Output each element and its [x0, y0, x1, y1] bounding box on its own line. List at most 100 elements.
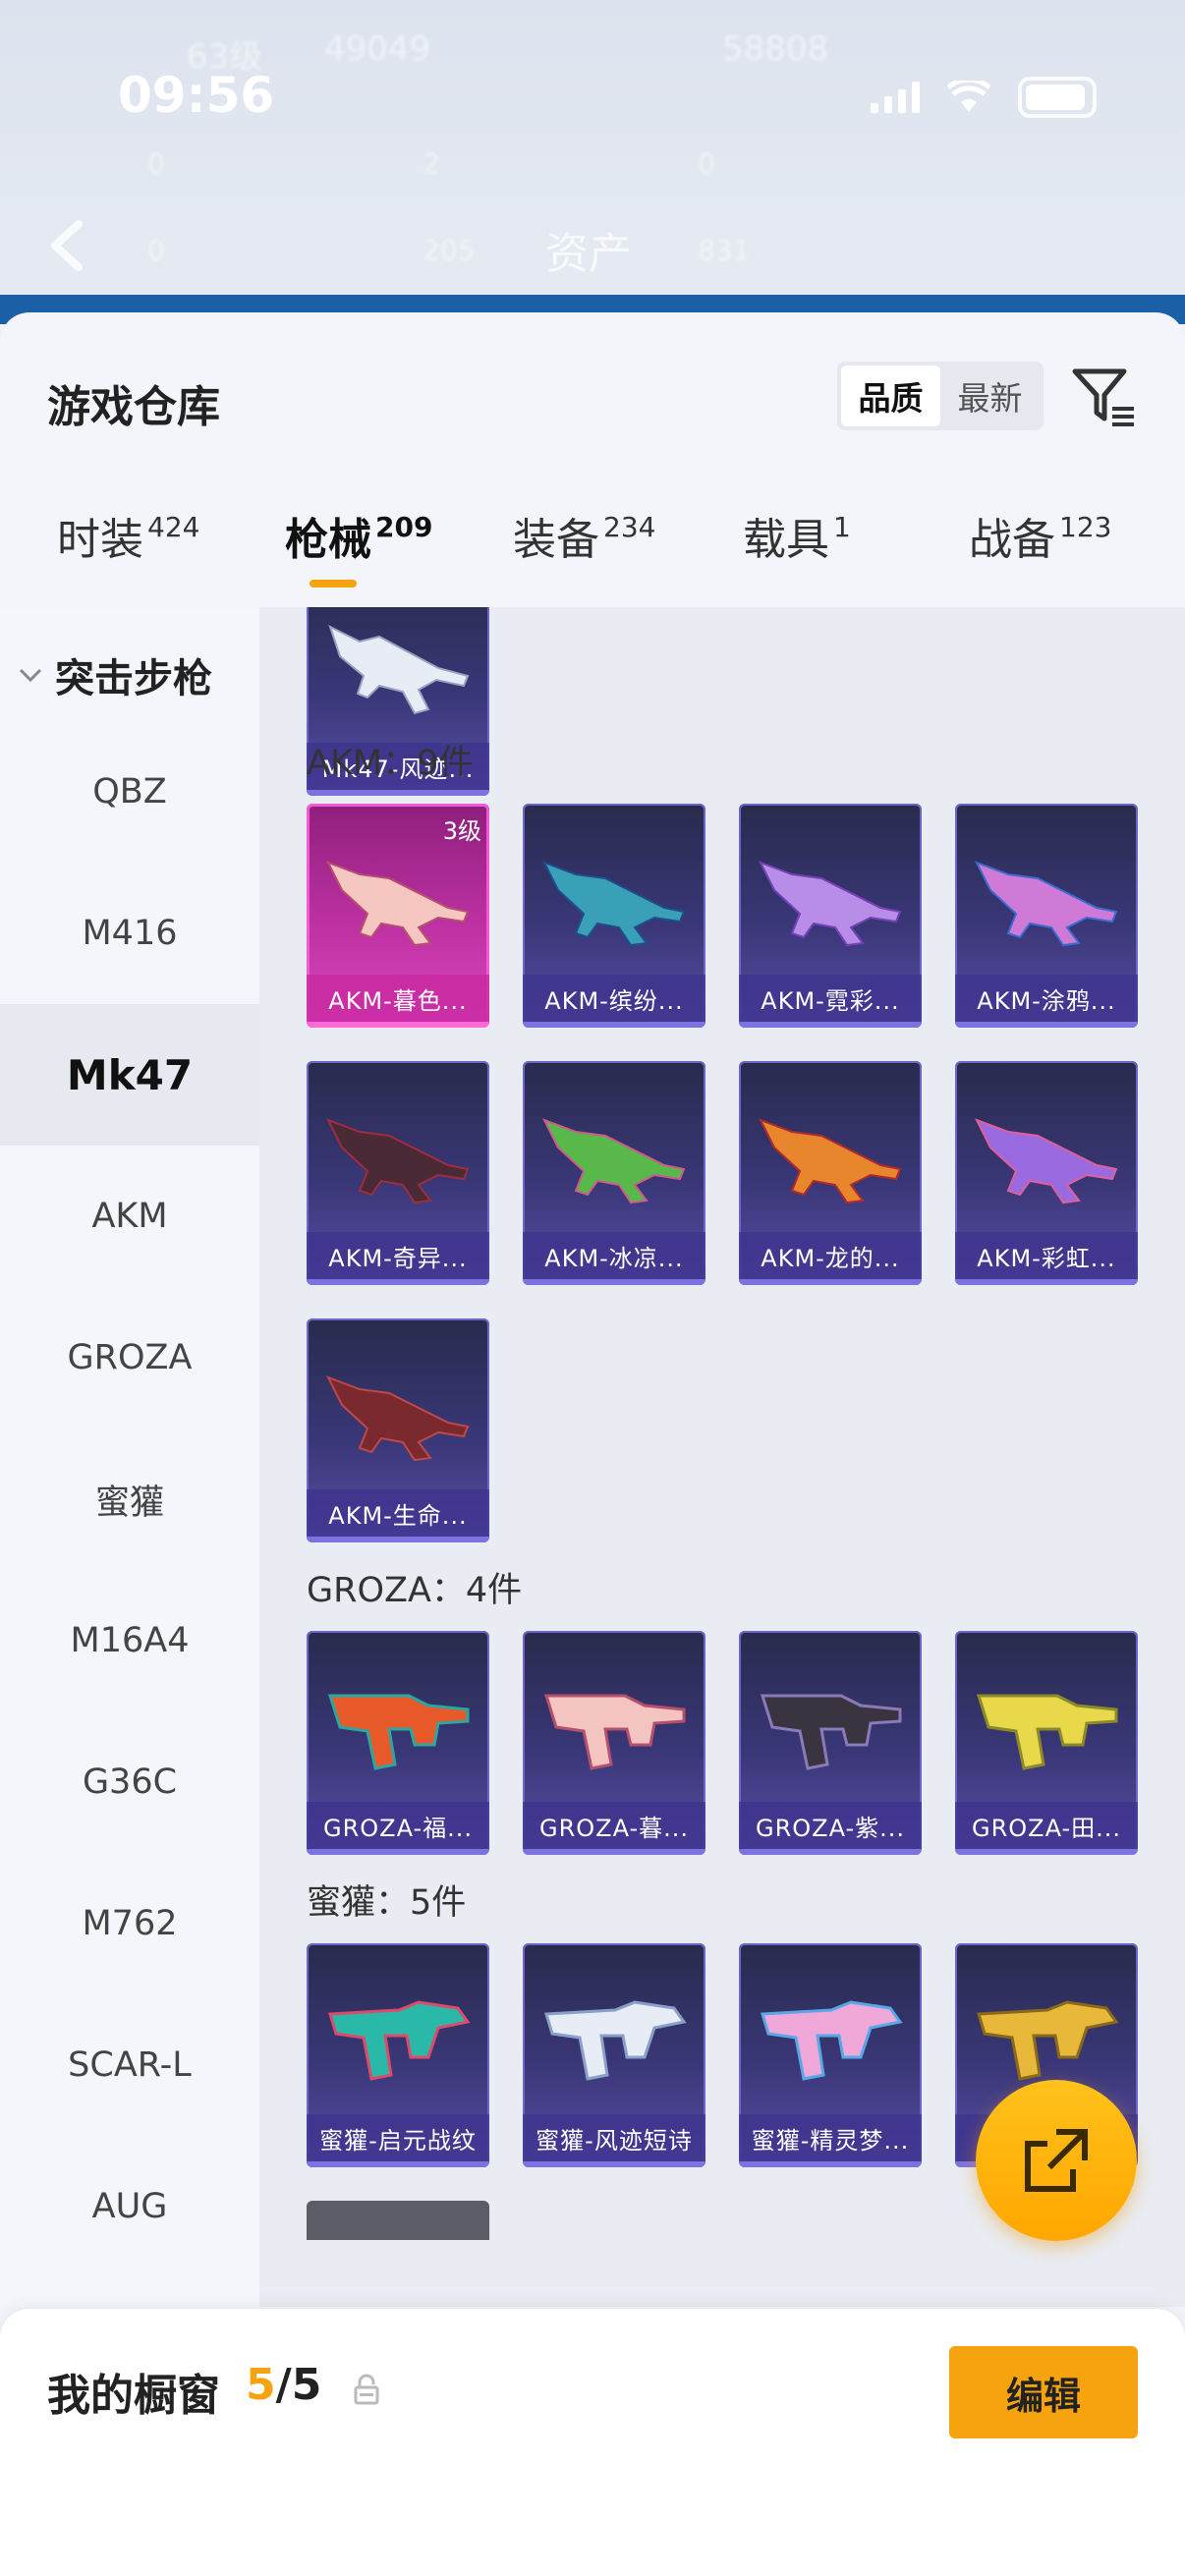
weapon-card[interactable]: AKM-奇异...: [307, 1061, 489, 1285]
sidebar-item-m416[interactable]: M416: [0, 863, 259, 1004]
rifle-icon: [974, 861, 1118, 947]
rarity-bar: [739, 2161, 922, 2167]
showcase-count: 5/5: [246, 2360, 321, 2410]
rifle-icon: [325, 1375, 470, 1462]
rarity-bar: [523, 2161, 705, 2167]
sidebar-item-groza[interactable]: GROZA: [0, 1287, 259, 1428]
weapon-card[interactable]: GROZA-福...: [307, 1631, 489, 1855]
weapon-card[interactable]: AKM-龙的...: [739, 1061, 922, 1285]
category-label: 突击步枪: [55, 656, 212, 701]
weapon-name: AKM-缤纷...: [523, 975, 705, 1022]
rifle-icon: [325, 1118, 470, 1204]
rarity-bar: [523, 1849, 705, 1855]
rarity-bar: [307, 1537, 489, 1542]
weapon-card[interactable]: AKM-生命...: [307, 1318, 489, 1542]
tab-equipment[interactable]: 装备 234: [513, 504, 655, 567]
weapon-sidebar: 突击步枪 QBZ M416 Mk47 AKM GROZA 蜜獾 M16A4 G3…: [0, 607, 259, 2307]
weapon-card[interactable]: 蜜獾-精灵梦...: [739, 1943, 922, 2167]
tab-label: 装备: [513, 515, 599, 565]
ghost-count: 0: [147, 234, 165, 266]
rifle-icon: [544, 2000, 687, 2081]
weapon-card[interactable]: 蜜獾-风迹短诗: [523, 1943, 705, 2167]
tab-count: 209: [375, 511, 433, 543]
sidebar-item-qbz[interactable]: QBZ: [0, 721, 259, 863]
weapon-name: AKM-霓彩...: [739, 975, 922, 1022]
weapon-card[interactable]: AKM-彩虹...: [955, 1061, 1138, 1285]
weapon-card[interactable]: AKM-冰凉...: [523, 1061, 705, 1285]
ghost-score: 58808: [722, 29, 829, 69]
filter-icon[interactable]: [1069, 362, 1140, 432]
lock-icon[interactable]: [352, 2374, 381, 2407]
tab-guns[interactable]: 枪械 209: [285, 504, 432, 567]
tab-count: 1: [833, 511, 851, 543]
rarity-bar: [307, 790, 489, 796]
share-button[interactable]: [976, 2080, 1137, 2241]
sidebar-item-g36c[interactable]: G36C: [0, 1711, 259, 1853]
showcase-current: 5: [246, 2360, 276, 2410]
rifle-icon: [541, 1118, 686, 1204]
weapon-card[interactable]: GROZA-紫...: [739, 1631, 922, 1855]
weapon-name: AKM-龙的...: [739, 1232, 922, 1279]
rarity-bar: [307, 1279, 489, 1285]
weapon-name: GROZA-紫...: [739, 1802, 922, 1849]
tab-vehicles[interactable]: 载具 1: [743, 504, 851, 567]
sidebar-item-mk47[interactable]: Mk47: [0, 1004, 259, 1146]
weapon-card[interactable]: GROZA-暮...: [523, 1631, 705, 1855]
weapon-card[interactable]: 蜜獾-启元战纹: [307, 1943, 489, 2167]
chevron-down-icon: [19, 668, 42, 683]
tab-label: 枪械: [285, 515, 371, 565]
ghost-count: 831: [698, 234, 751, 266]
battery-icon: [1018, 77, 1097, 118]
rarity-bar: [955, 1849, 1138, 1855]
smg-icon: [327, 1694, 470, 1770]
smg-icon: [760, 1694, 902, 1770]
sheet-header: 游戏仓库 品质 最新 时装 424 枪械 209 装备 234 载具 1 战备 123: [0, 312, 1185, 607]
ghost-count: 205: [423, 234, 476, 266]
tab-count: 424: [147, 511, 200, 543]
sidebar-item-m16a4[interactable]: M16A4: [0, 1570, 259, 1711]
ghost-count: 0: [698, 147, 715, 180]
wifi-icon: [947, 81, 990, 112]
sidebar-item-m762[interactable]: M762: [0, 1853, 259, 1994]
tab-label: 战备: [969, 515, 1055, 565]
rarity-bar: [523, 1279, 705, 1285]
weapon-card[interactable]: AKM-缤纷...: [523, 804, 705, 1028]
page-title: 资产: [545, 229, 632, 279]
sort-quality-button[interactable]: 品质: [841, 365, 940, 426]
edit-button[interactable]: 编辑: [949, 2346, 1138, 2438]
sort-newest-button[interactable]: 最新: [940, 365, 1040, 426]
back-arrow-icon[interactable]: [45, 218, 90, 273]
section-label-akm: AKM：9件: [307, 744, 474, 783]
category-assault-rifles[interactable]: 突击步枪: [18, 646, 212, 703]
rifle-icon: [977, 2000, 1119, 2081]
tab-gear[interactable]: 战备 123: [969, 504, 1111, 567]
rarity-bar: [739, 1022, 922, 1028]
rarity-bar: [523, 1022, 705, 1028]
weapon-card[interactable]: AKM-涂鸦...: [955, 804, 1138, 1028]
weapon-card[interactable]: AKM-霓彩...: [739, 804, 922, 1028]
tab-label: 时装: [57, 515, 143, 565]
tab-count: 234: [603, 511, 656, 543]
weapon-grid: Mk47-风迹... AKM：9件 3级 AKM-暮色... AKM-缤纷...…: [259, 607, 1185, 2307]
section-label-honey-badger: 蜜獾：5件: [307, 1883, 467, 1923]
tab-fashion[interactable]: 时装 424: [57, 504, 199, 567]
rarity-bar: [307, 1849, 489, 1855]
rarity-bar: [307, 1022, 489, 1028]
weapon-tabs: 时装 424 枪械 209 装备 234 载具 1 战备 123: [0, 504, 1185, 602]
weapon-name: AKM-彩虹...: [955, 1232, 1138, 1279]
sidebar-item-scar-l[interactable]: SCAR-L: [0, 1994, 259, 2136]
weapon-card[interactable]: 3级 AKM-暮色...: [307, 804, 489, 1028]
sidebar-item-aug[interactable]: AUG: [0, 2136, 259, 2277]
rarity-bar: [739, 1279, 922, 1285]
rifle-icon: [325, 861, 470, 947]
weapon-card[interactable]: GROZA-田...: [955, 1631, 1138, 1855]
warehouse-sheet: 游戏仓库 品质 最新 时装 424 枪械 209 装备 234 载具 1 战备 123 突…: [0, 312, 1185, 2576]
rarity-bar: [955, 1022, 1138, 1028]
status-time: 09:56: [118, 67, 275, 124]
sidebar-item-honey-badger[interactable]: 蜜獾: [0, 1428, 259, 1570]
tab-count: 123: [1059, 511, 1112, 543]
rifle-icon: [328, 625, 470, 715]
rarity-bar: [955, 1279, 1138, 1285]
header-background: 63级 49049 58808 0 2 0 0 205 831 09:56 资产: [0, 0, 1185, 324]
sidebar-item-akm[interactable]: AKM: [0, 1146, 259, 1287]
